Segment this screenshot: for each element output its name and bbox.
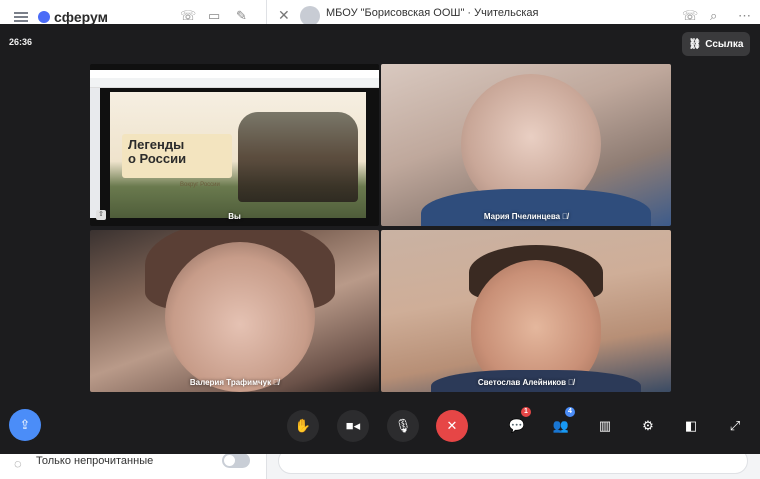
phone-icon[interactable]: ☏	[682, 8, 698, 24]
compose-icon[interactable]: ✎	[236, 8, 247, 24]
unread-icon: ◌	[14, 456, 22, 471]
participants-button[interactable]: 👥 4	[545, 407, 577, 442]
hand-icon: ✋	[294, 418, 312, 433]
slide-title-line2: о России	[128, 151, 187, 166]
fullscreen-button[interactable]: ⤢	[719, 410, 751, 442]
settings-button[interactable]: ⚙	[632, 410, 664, 442]
shared-slide: Легенды о России Вокруг России	[110, 92, 366, 218]
logo-text: сферум	[54, 9, 108, 25]
more-icon[interactable]: ⋯	[738, 8, 751, 24]
shared-browser-addressbar	[90, 78, 379, 88]
chat-icon: 💬	[508, 418, 526, 433]
unread-toggle[interactable]	[222, 453, 250, 468]
chat-avatar	[300, 6, 320, 26]
microphone-icon: 🎙	[394, 418, 412, 433]
slide-title-line1: Легенды	[128, 137, 185, 152]
participant-tile[interactable]: Валерия Трафимчук 🎙̸	[90, 230, 379, 392]
participant-video	[165, 242, 315, 392]
mic-off-icon: 🎙̸	[273, 378, 280, 387]
participant-name: Светослав Алейников	[477, 378, 567, 387]
participant-name-row: Мария Пчелинцева 🎙̸	[381, 212, 671, 221]
call-icon[interactable]: ☏	[180, 8, 196, 24]
close-chat-icon[interactable]: ✕	[278, 7, 290, 24]
call-overlay: 26:36 ⛓ Ссылка Легенды о России Вокруг Р…	[0, 24, 760, 454]
expand-icon: ⤢	[729, 418, 741, 433]
raise-hand-button[interactable]: ✋	[287, 410, 319, 442]
search-icon[interactable]: ⌕	[710, 8, 717, 24]
shared-browser-sidebar	[90, 88, 100, 218]
participant-name-row: Валерия Трафимчук 🎙̸	[90, 378, 379, 387]
archive-icon[interactable]: ▭	[208, 8, 220, 24]
slide-logo: Вокруг России	[180, 182, 220, 188]
call-timer: 26:36	[9, 37, 33, 47]
participant-tile[interactable]: Светослав Алейников 🎙̸	[381, 230, 671, 392]
microphone-button[interactable]: 🎙	[387, 410, 419, 442]
participant-name: Вы	[228, 212, 241, 221]
unread-filter-label: Только непрочитанные	[36, 455, 154, 467]
share-screen-button[interactable]: ⇪	[9, 409, 41, 441]
picture-in-picture-button[interactable]: ◧	[675, 410, 707, 442]
slide-title: Легенды о России	[128, 138, 186, 166]
slide-illustration	[238, 112, 358, 202]
copy-link-label: Ссылка	[705, 38, 744, 50]
people-icon: 👥	[552, 418, 570, 433]
chat-badge: 1	[521, 407, 531, 417]
end-call-button[interactable]: ✕	[436, 410, 468, 442]
logo-icon	[38, 11, 50, 23]
camera-icon: ■◂	[345, 418, 361, 433]
camera-button[interactable]: ■◂	[337, 410, 369, 442]
chat-button[interactable]: 💬 1	[501, 407, 533, 442]
participant-tile[interactable]: Мария Пчелинцева 🎙̸	[381, 64, 671, 226]
pip-icon: ◧	[684, 418, 698, 433]
app-logo: сферум	[38, 9, 108, 25]
layout-button[interactable]: ▥	[589, 410, 621, 442]
menu-icon[interactable]	[14, 12, 28, 22]
participant-tile-self[interactable]: Легенды о России Вокруг России ⇧ Вы	[90, 64, 379, 226]
chat-title: МБОУ "Борисовская ООШ" · Учительская	[326, 7, 539, 19]
participant-name-row: Светослав Алейников 🎙̸	[381, 378, 671, 387]
participant-name: Валерия Трафимчук	[189, 378, 272, 387]
participants-badge: 4	[565, 407, 575, 417]
gear-icon: ⚙	[642, 418, 654, 433]
upload-icon: ⇪	[19, 417, 31, 432]
mic-off-icon: 🎙̸	[568, 378, 575, 387]
participant-name: Мария Пчелинцева	[483, 212, 561, 221]
grid-icon: ▥	[598, 418, 612, 433]
copy-link-button[interactable]: ⛓ Ссылка	[682, 32, 750, 56]
shared-browser-tabs	[90, 70, 379, 78]
mic-off-icon: 🎙̸	[562, 212, 569, 221]
close-icon: ✕	[446, 418, 458, 433]
link-icon: ⛓	[688, 38, 702, 50]
